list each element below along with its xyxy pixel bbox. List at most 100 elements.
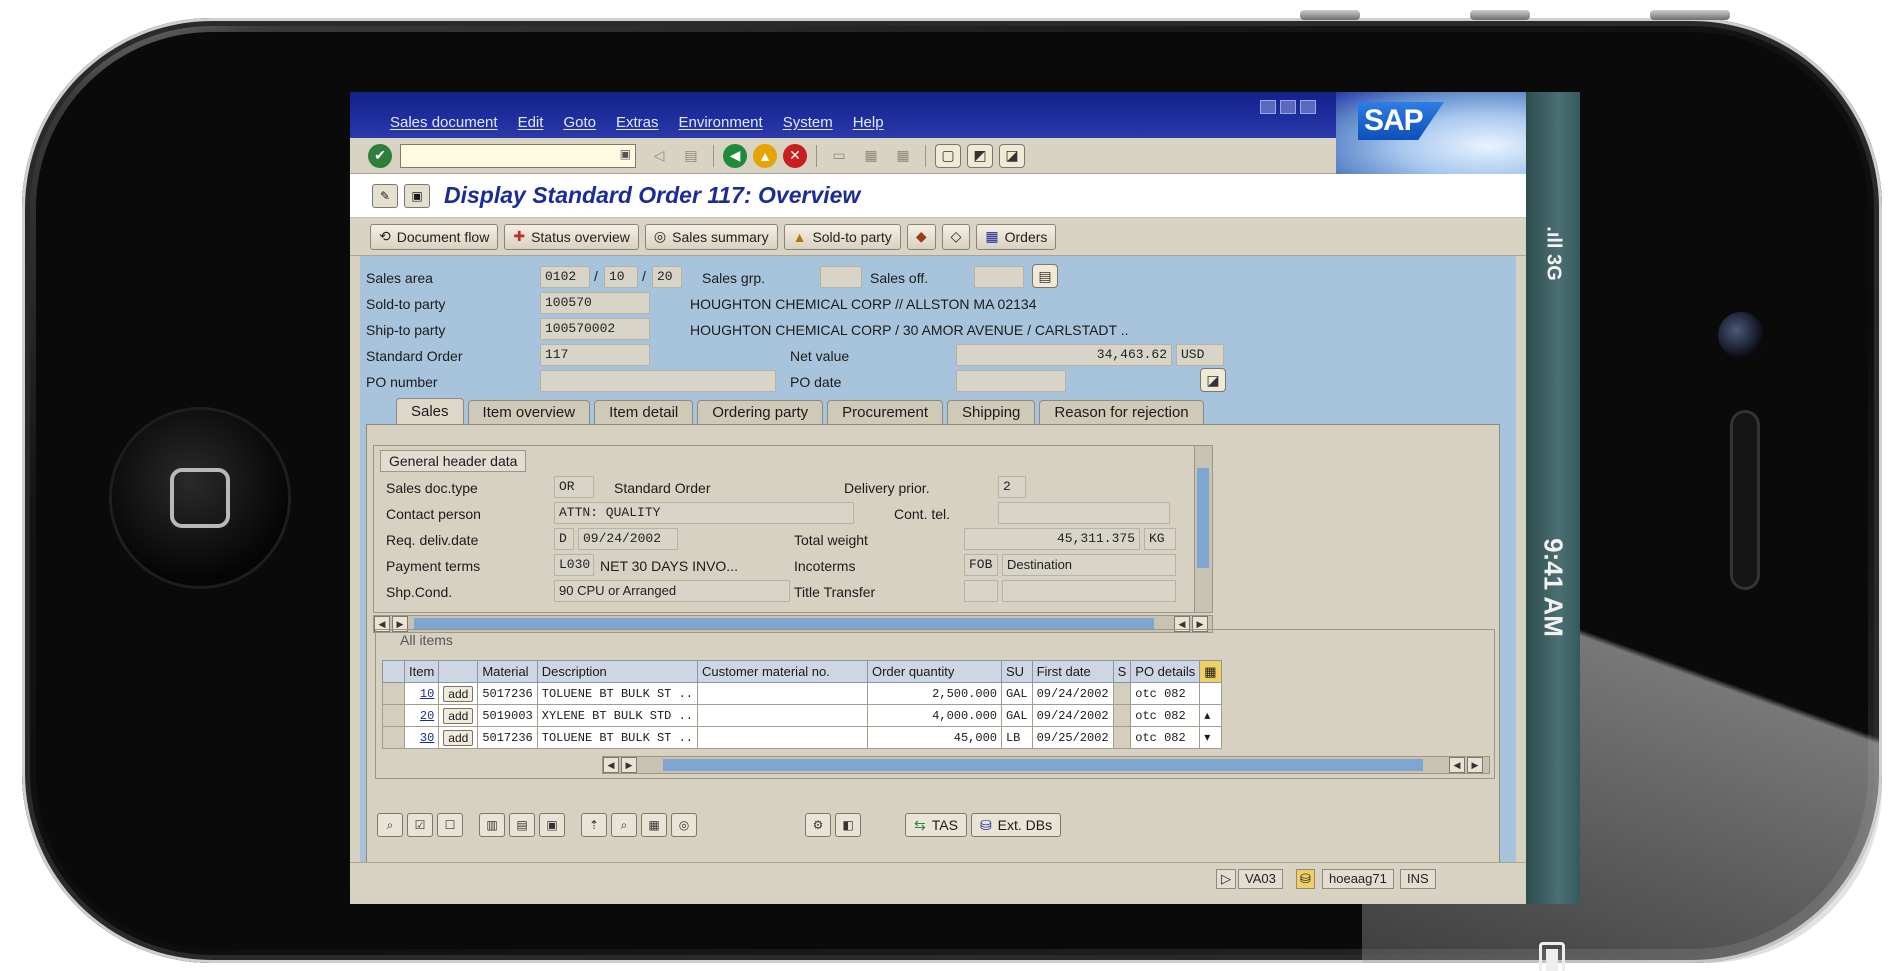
tab-shipping[interactable]: Shipping bbox=[947, 400, 1036, 424]
su-cell[interactable]: GAL bbox=[1000, 682, 1033, 705]
ext-dbs-button[interactable]: ⛁ Ext. DBs bbox=[970, 813, 1062, 837]
status-triangle-icon[interactable]: ▷ bbox=[1216, 869, 1236, 889]
items-hscroll[interactable]: ◀ ▶ ◀ ▶ bbox=[602, 756, 1490, 774]
po-number-field[interactable] bbox=[540, 370, 776, 392]
sales-summary-button[interactable]: ◎ Sales summary bbox=[644, 223, 778, 250]
insert-mode[interactable]: INS bbox=[1400, 869, 1436, 889]
col-item[interactable]: Item bbox=[403, 660, 440, 683]
table-row[interactable]: 20 add 5019003 XYLENE BT BULK STD .. 4,0… bbox=[382, 704, 1222, 727]
save-icon[interactable]: ▤ bbox=[678, 144, 704, 168]
po-details-cell[interactable]: otc 082 bbox=[1130, 682, 1201, 705]
copy-item-icon[interactable]: ▣ bbox=[539, 813, 565, 837]
back-icon[interactable]: ◀ bbox=[723, 143, 747, 168]
s-cell[interactable] bbox=[1112, 726, 1132, 749]
first-date-cell[interactable]: 09/24/2002 bbox=[1031, 682, 1114, 705]
ship-to-field[interactable]: 100570002 bbox=[540, 318, 650, 340]
customer-material-cell[interactable] bbox=[696, 704, 868, 727]
delivery-prior-field[interactable]: 2 bbox=[998, 476, 1026, 498]
po-detail-icon[interactable]: ◪ bbox=[1200, 368, 1226, 392]
sales-off-field[interactable] bbox=[974, 266, 1024, 288]
tas-button[interactable]: ⇆ TAS bbox=[905, 813, 967, 837]
scroll-right-icon[interactable]: ▶ bbox=[1467, 757, 1483, 773]
doc-type-field[interactable]: OR bbox=[554, 476, 594, 498]
print-icon[interactable]: ▭ bbox=[826, 144, 852, 168]
enter-icon[interactable]: ✔ bbox=[368, 143, 392, 168]
sold-to-field[interactable]: 100570 bbox=[540, 292, 650, 314]
cancel-icon[interactable]: ✕ bbox=[783, 143, 807, 168]
cont-tel-field[interactable] bbox=[998, 502, 1170, 524]
select-all-icon[interactable]: ☑ bbox=[407, 813, 433, 837]
item-detail-icon[interactable]: ⌕ bbox=[377, 813, 403, 837]
row-scroll-cell[interactable]: ▾ bbox=[1199, 726, 1222, 749]
first-date-cell[interactable]: 09/25/2002 bbox=[1031, 726, 1114, 749]
row-scroll-cell[interactable] bbox=[1199, 682, 1222, 705]
action-button[interactable]: ◆ bbox=[906, 223, 936, 250]
home-button[interactable] bbox=[112, 410, 288, 586]
table-row[interactable]: 10 add 5017236 TOLUENE BT BULK ST .. 2,5… bbox=[382, 682, 1222, 705]
transaction-code[interactable]: VA03 bbox=[1238, 869, 1283, 889]
server-icon[interactable]: ⛁ bbox=[1296, 869, 1315, 889]
col-s[interactable]: S bbox=[1112, 660, 1132, 683]
quantity-cell[interactable]: 4,000.000 bbox=[866, 704, 1002, 727]
scroll-left-icon[interactable]: ◀ bbox=[603, 757, 619, 773]
availability-icon[interactable]: ◧ bbox=[835, 813, 861, 837]
description-cell[interactable]: XYLENE BT BULK STD .. bbox=[536, 704, 698, 727]
row-selector[interactable] bbox=[382, 682, 405, 705]
sales-grp-field[interactable] bbox=[820, 266, 862, 288]
customer-material-cell[interactable] bbox=[696, 726, 868, 749]
scroll-left-icon[interactable]: ◀ bbox=[1449, 757, 1465, 773]
minimize-icon[interactable] bbox=[1260, 100, 1276, 114]
title-transfer-field[interactable] bbox=[964, 580, 998, 602]
menu-edit[interactable]: Edit bbox=[518, 114, 544, 131]
tab-ordering-party[interactable]: Ordering party bbox=[697, 400, 824, 424]
col-order-quantity[interactable]: Order quantity bbox=[866, 660, 1002, 683]
find-item-icon[interactable]: ⌕ bbox=[611, 813, 637, 837]
sales-org-field[interactable]: 0102 bbox=[540, 266, 590, 288]
incoterms-text-field[interactable]: Destination bbox=[1002, 554, 1176, 576]
tab-sales[interactable]: Sales bbox=[396, 398, 464, 424]
help-icon[interactable]: ◪ bbox=[999, 143, 1025, 168]
menu-goto[interactable]: Goto bbox=[563, 114, 596, 131]
display-additional-button[interactable]: ◇ bbox=[941, 223, 971, 250]
document-flow-button[interactable]: ⟲ Document flow bbox=[370, 223, 499, 250]
col-su[interactable]: SU bbox=[1000, 660, 1033, 683]
po-date-field[interactable] bbox=[956, 370, 1066, 392]
title-transfer-text-field[interactable] bbox=[1002, 580, 1176, 602]
weight-unit-field[interactable]: KG bbox=[1144, 528, 1176, 550]
sold-to-party-button[interactable]: ▲ Sold-to party bbox=[783, 223, 901, 250]
menu-help[interactable]: Help bbox=[853, 114, 884, 131]
display-change-icon[interactable]: ✎ bbox=[372, 183, 398, 208]
contact-person-field[interactable]: ATTN: QUALITY bbox=[554, 502, 854, 524]
other-document-icon[interactable]: ▣ bbox=[404, 183, 430, 208]
pricing-icon[interactable]: ▦ bbox=[641, 813, 667, 837]
material-cell[interactable]: 5019003 bbox=[477, 704, 538, 727]
quantity-cell[interactable]: 45,000 bbox=[866, 726, 1002, 749]
sales-area-detail-icon[interactable]: ▤ bbox=[1032, 264, 1058, 288]
create-session-icon[interactable]: ▢ bbox=[935, 143, 961, 168]
item-number[interactable]: 30 bbox=[403, 726, 440, 749]
col-customer-material[interactable]: Customer material no. bbox=[696, 660, 868, 683]
row-selector[interactable] bbox=[382, 726, 405, 749]
description-cell[interactable]: TOLUENE BT BULK ST .. bbox=[536, 726, 698, 749]
su-cell[interactable]: LB bbox=[1000, 726, 1033, 749]
maximize-icon[interactable] bbox=[1280, 100, 1296, 114]
row-scroll-cell[interactable]: ▴ bbox=[1199, 704, 1222, 727]
s-cell[interactable] bbox=[1112, 704, 1132, 727]
incoterms-field[interactable]: FOB bbox=[964, 554, 998, 576]
req-date-field[interactable]: 09/24/2002 bbox=[578, 528, 678, 550]
distr-channel-field[interactable]: 10 bbox=[604, 266, 638, 288]
col-material[interactable]: Material bbox=[477, 660, 538, 683]
shp-cond-field[interactable]: 90 CPU or Arranged bbox=[554, 580, 790, 602]
add-button[interactable]: add bbox=[443, 685, 474, 702]
col-description[interactable]: Description bbox=[536, 660, 698, 683]
tab-item-overview[interactable]: Item overview bbox=[467, 400, 591, 424]
insert-item-icon[interactable]: ▤ bbox=[509, 813, 535, 837]
material-cell[interactable]: 5017236 bbox=[477, 682, 538, 705]
customer-material-cell[interactable] bbox=[696, 682, 868, 705]
tab-reason-for-rejection[interactable]: Reason for rejection bbox=[1039, 400, 1204, 424]
orders-button[interactable]: ▦ Orders bbox=[976, 223, 1057, 250]
table-row[interactable]: 30 add 5017236 TOLUENE BT BULK ST .. 45,… bbox=[382, 726, 1222, 749]
menu-environment[interactable]: Environment bbox=[678, 114, 762, 131]
s-cell[interactable] bbox=[1112, 682, 1132, 705]
currency-field[interactable]: USD bbox=[1176, 344, 1224, 366]
